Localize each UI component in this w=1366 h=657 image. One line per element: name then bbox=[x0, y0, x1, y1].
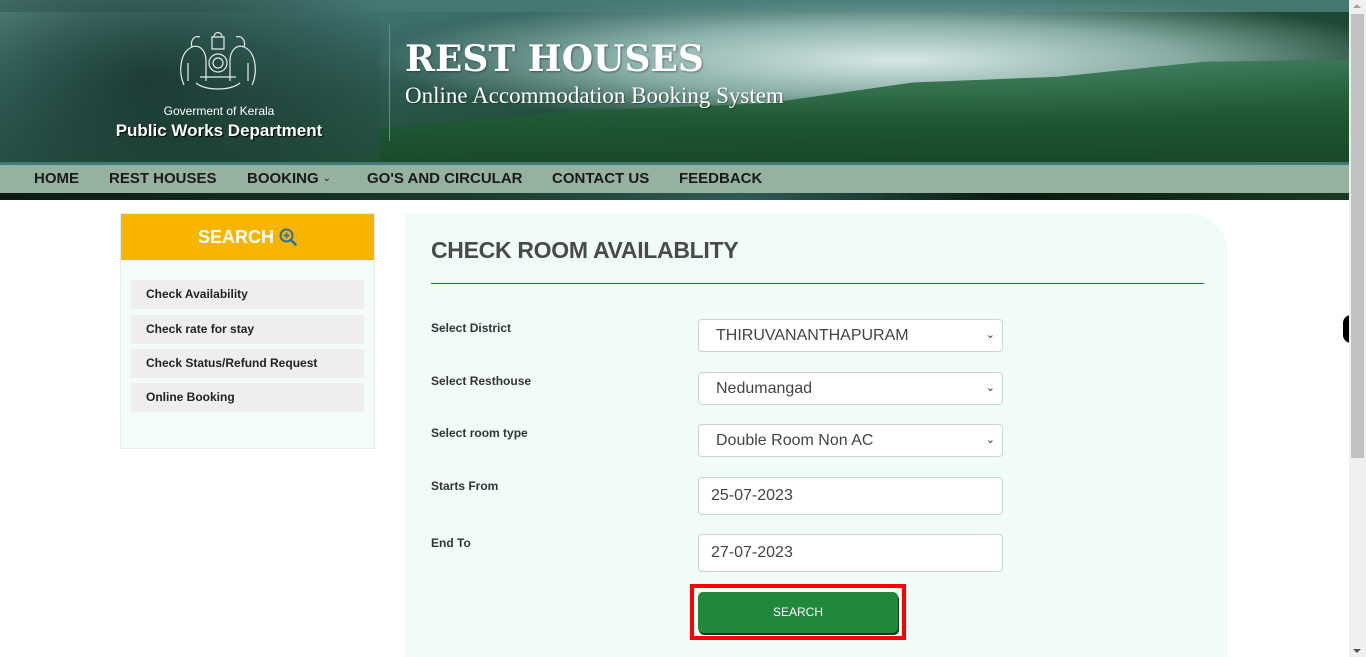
vertical-scrollbar[interactable] bbox=[1349, 0, 1366, 657]
district-select-value: THIRUVANANTHAPURAM bbox=[716, 327, 909, 344]
nav-booking-label: BOOKING bbox=[247, 170, 319, 187]
kerala-emblem-icon bbox=[180, 31, 256, 90]
resthouse-label: Select Resthouse bbox=[431, 374, 532, 388]
header-divider bbox=[389, 25, 390, 141]
start-date-input[interactable]: 25-07-2023 bbox=[698, 477, 1003, 515]
sidebar-item-check-status-refund[interactable]: Check Status/Refund Request bbox=[131, 349, 364, 378]
sidebar-item-online-booking[interactable]: Online Booking bbox=[131, 383, 364, 412]
availability-panel: CHECK ROOM AVAILABLITY Select District T… bbox=[405, 213, 1228, 657]
nav-rest-houses[interactable]: REST HOUSES bbox=[109, 170, 217, 187]
chevron-down-icon: ⌄ bbox=[985, 382, 995, 394]
district-label: Select District bbox=[431, 321, 512, 335]
zoom-in-icon bbox=[279, 228, 297, 246]
room-type-select[interactable]: Double Room Non AC ⌄ bbox=[698, 424, 1003, 457]
chevron-down-icon: ⌄ bbox=[985, 434, 995, 446]
scrollbar-thumb[interactable] bbox=[1351, 14, 1364, 458]
search-button[interactable]: SEARCH bbox=[698, 592, 898, 633]
nav-feedback-label: FEEDBACK bbox=[679, 170, 763, 187]
nav-gos-label: GO'S AND CIRCULAR bbox=[367, 170, 523, 187]
start-date-label: Starts From bbox=[431, 479, 499, 493]
room-type-label: Select room type bbox=[431, 426, 528, 440]
sidebar-title: SEARCH bbox=[197, 226, 274, 247]
chevron-down-icon: ⌄ bbox=[985, 329, 995, 341]
sidebar-item-check-rate[interactable]: Check rate for stay bbox=[131, 315, 364, 344]
page-title: CHECK ROOM AVAILABLITY bbox=[431, 237, 739, 263]
nav-rest-houses-label: REST HOUSES bbox=[109, 170, 217, 187]
nav-contact-label: CONTACT US bbox=[552, 170, 650, 187]
nav-home[interactable]: HOME bbox=[34, 170, 79, 187]
chevron-down-icon: ⌄ bbox=[322, 173, 332, 184]
sidebar-header: SEARCH bbox=[121, 214, 374, 260]
government-label: Goverment of Kerala bbox=[163, 104, 275, 118]
district-select[interactable]: THIRUVANANTHAPURAM ⌄ bbox=[698, 319, 1003, 352]
main-nav: HOME REST HOUSES BOOKING ⌄ GO'S AND CIRCU… bbox=[0, 162, 1349, 193]
title-divider bbox=[431, 283, 1204, 284]
scroll-up-arrow-icon[interactable] bbox=[1353, 4, 1361, 8]
nav-feedback[interactable]: FEEDBACK bbox=[679, 170, 762, 187]
nav-contact-us[interactable]: CONTACT US bbox=[552, 170, 649, 187]
site-title: REST HOUSES bbox=[405, 38, 704, 80]
department-name: Public Works Department bbox=[115, 121, 323, 140]
search-sidebar: SEARCH Check Availability Check rate for… bbox=[120, 213, 375, 449]
resthouse-select[interactable]: Nedumangad ⌄ bbox=[698, 372, 1003, 405]
site-subtitle: Online Accommodation Booking System bbox=[405, 83, 784, 108]
sidebar-item-check-availability[interactable]: Check Availability bbox=[131, 280, 364, 309]
end-date-label: End To bbox=[431, 536, 471, 550]
resthouse-select-value: Nedumangad bbox=[716, 380, 813, 397]
room-type-select-value: Double Room Non AC bbox=[716, 432, 874, 449]
end-date-input[interactable]: 27-07-2023 bbox=[698, 534, 1003, 572]
scroll-down-arrow-icon[interactable] bbox=[1353, 649, 1361, 653]
page: Goverment of Kerala Public Works Departm… bbox=[0, 0, 1349, 657]
nav-gos-and-circular[interactable]: GO'S AND CIRCULAR bbox=[367, 170, 523, 187]
nav-booking[interactable]: BOOKING ⌄ bbox=[247, 170, 331, 187]
nav-home-label: HOME bbox=[34, 170, 79, 187]
